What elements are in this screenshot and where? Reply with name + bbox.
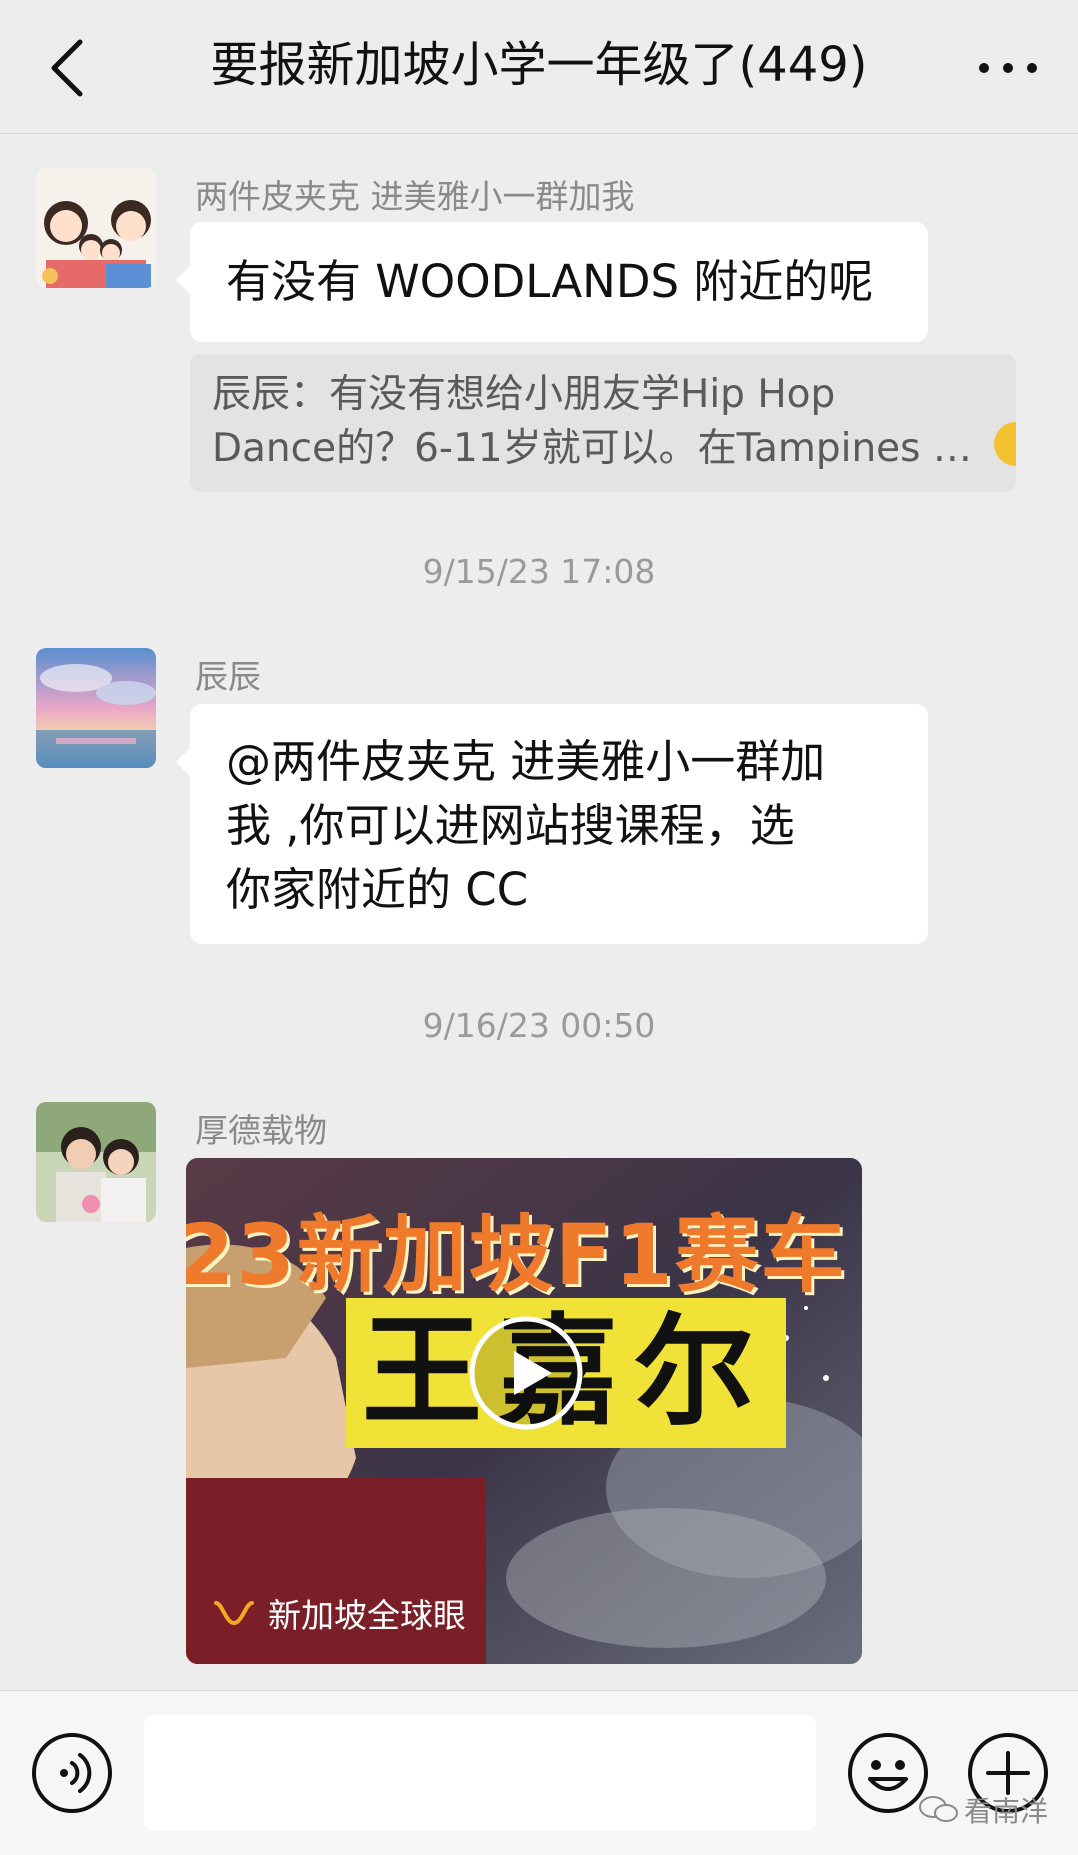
timestamp: 9/15/23 17:08 xyxy=(422,552,656,591)
quote-text-line: 辰辰：有没有想给小朋友学Hip Hop xyxy=(212,372,836,417)
message-bubble[interactable]: 有没有 WOODLANDS 附近的呢 xyxy=(176,222,928,342)
avatar-couple[interactable] xyxy=(36,1102,156,1222)
message-input[interactable] xyxy=(144,1715,816,1831)
wechat-logo-icon xyxy=(919,1796,958,1822)
back-button[interactable] xyxy=(30,28,110,108)
message-text-line: 我 ,你可以进网站搜课程，选 xyxy=(226,799,795,852)
chat-header: 要报新加坡小学一年级了(449) xyxy=(0,0,1078,134)
play-icon xyxy=(469,1316,583,1430)
input-bar xyxy=(0,1690,1078,1855)
sender-name: 辰辰 xyxy=(195,657,261,696)
family-cartoon-avatar-icon xyxy=(36,168,156,288)
chevron-left-icon xyxy=(51,39,83,97)
message-text-line: @两件皮夹克 进美雅小一群加 xyxy=(226,735,826,788)
chat-title: 要报新加坡小学一年级了(449) xyxy=(210,37,868,93)
channels-logo-icon xyxy=(214,1601,254,1625)
sender-name: 厚德载物 xyxy=(195,1111,327,1150)
voice-button[interactable] xyxy=(30,1731,114,1815)
quoted-message[interactable]: 辰辰：有没有想给小朋友学Hip Hop Dance的？6-11岁就可以。在Tam… xyxy=(190,354,1016,492)
play-button[interactable] xyxy=(468,1315,584,1431)
message-text: 有没有 WOODLANDS 附近的呢 xyxy=(226,255,874,308)
video-source-name: 新加坡全球眼 xyxy=(268,1596,466,1635)
sender-name: 两件皮夹克 进美雅小一群加我 xyxy=(195,177,635,216)
video-message-card[interactable]: 23新加坡F1赛车 王嘉尔 新加坡全球眼 xyxy=(186,1158,862,1664)
video-title-line1: 23新加坡F1赛车 xyxy=(186,1206,847,1304)
avatar-sky[interactable] xyxy=(36,648,156,768)
more-dots-icon xyxy=(979,63,1037,73)
video-source-row: 新加坡全球眼 xyxy=(212,1588,466,1638)
sunset-sky-avatar-icon xyxy=(36,648,156,768)
message-text-line: 你家附近的 CC xyxy=(226,863,529,916)
quote-text-line: Dance的？6-11岁就可以。在Tampines … xyxy=(212,426,972,471)
watermark-text: 看南洋 xyxy=(964,1795,1049,1828)
emoji-icon xyxy=(994,422,1016,466)
timestamp: 9/16/23 00:50 xyxy=(422,1006,656,1045)
avatar-family[interactable] xyxy=(36,168,156,288)
couple-photo-avatar-icon xyxy=(36,1102,156,1222)
watermark: 看南洋 xyxy=(918,1790,1048,1830)
message-bubble[interactable]: @两件皮夹克 进美雅小一群加 我 ,你可以进网站搜课程，选 你家附近的 CC xyxy=(176,704,928,944)
voice-icon xyxy=(32,1733,112,1813)
more-button[interactable] xyxy=(968,28,1048,108)
